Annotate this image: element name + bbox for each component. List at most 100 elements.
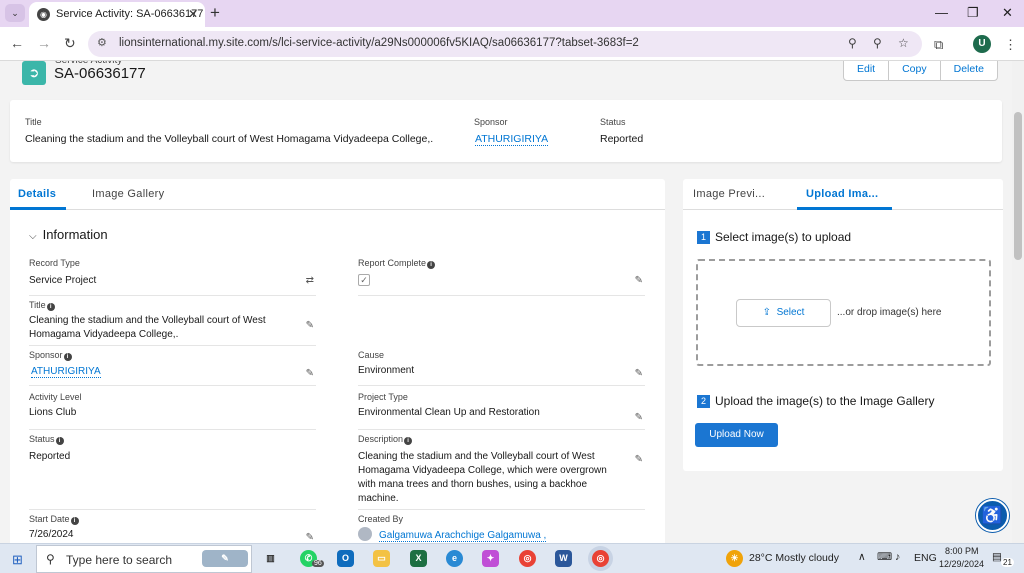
- back-icon[interactable]: ←: [10, 35, 24, 51]
- clock-date[interactable]: 12/29/2024: [939, 559, 984, 569]
- weather-text[interactable]: 28°C Mostly cloudy: [749, 552, 839, 564]
- select-images-button[interactable]: ⇪ Select: [736, 299, 831, 327]
- new-tab-button[interactable]: +: [210, 3, 220, 23]
- tab-image-preview[interactable]: Image Previ...: [693, 188, 765, 200]
- copilot-icon[interactable]: ✦: [482, 550, 499, 567]
- clock-time[interactable]: 8:00 PM: [945, 546, 979, 556]
- step-number: 2: [697, 395, 710, 408]
- edit-pencil-icon[interactable]: ✎: [635, 368, 643, 379]
- chrome-icon[interactable]: ◎: [519, 550, 536, 567]
- edit-pencil-icon[interactable]: ✎: [306, 532, 314, 543]
- upload-icon: ⇪: [762, 307, 772, 318]
- info-icon[interactable]: i: [46, 303, 55, 311]
- excel-icon[interactable]: X: [410, 550, 427, 567]
- record-actions: Edit Copy Delete: [843, 61, 998, 81]
- minimize-icon[interactable]: —: [935, 5, 948, 20]
- menu-icon[interactable]: ⋮: [1004, 37, 1017, 53]
- drop-hint: ...or drop image(s) here: [837, 307, 942, 318]
- edit-pencil-icon[interactable]: ✎: [635, 412, 643, 423]
- service-activity-icon: ➲: [22, 61, 46, 85]
- profile-avatar[interactable]: U: [973, 35, 991, 53]
- close-window-icon[interactable]: ✕: [1002, 5, 1013, 21]
- info-icon[interactable]: i: [404, 437, 413, 445]
- outlook-icon[interactable]: O: [337, 550, 354, 567]
- field-title: Title i Cleaning the stadium and the Voll…: [29, 300, 316, 346]
- info-icon[interactable]: i: [63, 353, 72, 361]
- delete-button[interactable]: Delete: [939, 61, 997, 80]
- details-tabs: Details Image Gallery: [10, 179, 665, 210]
- scroll-thumb[interactable]: [1014, 112, 1022, 260]
- network-icon[interactable]: ⌨: [877, 551, 892, 563]
- file-explorer-icon[interactable]: ▭: [373, 550, 390, 567]
- address-bar[interactable]: ⚙ lionsinternational.my.site.com/s/lci-s…: [88, 31, 922, 57]
- select-label: Select: [776, 307, 805, 318]
- info-icon[interactable]: i: [55, 437, 64, 445]
- extensions-icon[interactable]: ⧉: [934, 37, 943, 53]
- chrome-profile-icon[interactable]: ◎: [592, 550, 609, 567]
- field-label: Start Date: [29, 514, 70, 524]
- location-icon[interactable]: ⚲: [848, 36, 857, 50]
- restore-icon[interactable]: ❐: [967, 5, 979, 21]
- site-info-icon[interactable]: ⚙: [97, 36, 107, 49]
- reload-icon[interactable]: ↻: [64, 35, 76, 52]
- edge-icon[interactable]: e: [446, 550, 463, 567]
- notification-count: 21: [1001, 558, 1014, 567]
- tab-title: Service Activity: SA-06636177: [56, 8, 204, 20]
- edit-pencil-icon[interactable]: ✎: [306, 368, 314, 379]
- url-text[interactable]: lionsinternational.my.site.com/s/lci-ser…: [119, 37, 639, 49]
- page-scrollbar[interactable]: [1012, 61, 1024, 543]
- active-tab-indicator: [10, 207, 66, 210]
- field-value: Service Project: [29, 275, 97, 286]
- edit-pencil-icon[interactable]: ✎: [635, 275, 643, 286]
- tray-overflow-icon[interactable]: ∧: [858, 551, 866, 563]
- field-cause: Cause Environment ✎: [358, 350, 645, 386]
- field-start-date: Start Date i 7/26/2024 ✎: [29, 514, 316, 543]
- upload-now-button[interactable]: Upload Now: [695, 423, 778, 447]
- tab-details[interactable]: Details: [18, 188, 56, 200]
- image-dropzone[interactable]: ⇪ Select ...or drop image(s) here: [696, 259, 991, 366]
- tab-search-icon[interactable]: ⌄: [5, 4, 25, 22]
- highlights-panel: Title Cleaning the stadium and the Volle…: [10, 100, 1002, 162]
- change-record-type-icon[interactable]: ⇄: [306, 275, 314, 286]
- whatsapp-badge: 96: [312, 560, 324, 567]
- volume-icon[interactable]: ♪: [895, 551, 900, 563]
- field-project-type: Project Type Environmental Clean Up and …: [358, 392, 645, 430]
- field-label: Title: [29, 300, 46, 310]
- sponsor-link[interactable]: ATHURIGIRIYA: [31, 366, 101, 378]
- upload-tabs: Image Previ... Upload Ima...: [683, 179, 1003, 210]
- highlight-sponsor-link[interactable]: ATHURIGIRIYA: [475, 133, 549, 146]
- info-icon[interactable]: i: [427, 261, 436, 269]
- browser-toolbar: ← → ↻ ⚙ lionsinternational.my.site.com/s…: [0, 27, 1024, 61]
- close-tab-icon[interactable]: ✕: [188, 7, 198, 21]
- image-upload-card: Image Previ... Upload Ima... 1 Select ima…: [683, 179, 1003, 471]
- field-label: Activity Level: [29, 392, 82, 402]
- field-description: Description i Cleaning the stadium and th…: [358, 434, 645, 510]
- star-icon[interactable]: ☆: [898, 36, 909, 50]
- field-activity-level: Activity Level Lions Club: [29, 392, 316, 430]
- search-highlight-icon[interactable]: ✎: [202, 550, 248, 567]
- information-section-toggle[interactable]: ⌵ Information: [29, 227, 108, 242]
- tab-upload-images[interactable]: Upload Ima...: [806, 188, 878, 200]
- word-icon[interactable]: W: [555, 550, 572, 567]
- info-icon[interactable]: i: [70, 517, 79, 525]
- field-label: Project Type: [358, 392, 408, 402]
- record-name: SA-06636177: [54, 65, 146, 82]
- highlight-sponsor-label: Sponsor: [474, 117, 508, 127]
- edit-button[interactable]: Edit: [844, 61, 888, 80]
- details-card: Details Image Gallery ⌵ Information Recor…: [10, 179, 665, 543]
- forward-icon[interactable]: →: [37, 35, 51, 51]
- pin-icon[interactable]: ⚲: [873, 36, 882, 50]
- task-view-icon[interactable]: ▥: [262, 550, 279, 567]
- browser-tab[interactable]: ◉ Service Activity: SA-06636177 ✕: [29, 2, 205, 27]
- highlight-title-label: Title: [25, 117, 42, 127]
- tab-image-gallery[interactable]: Image Gallery: [92, 188, 164, 200]
- weather-icon[interactable]: ☀: [726, 550, 743, 567]
- language-indicator[interactable]: ENG: [914, 552, 937, 564]
- created-by-link[interactable]: Galgamuwa Arachchige Galgamuwa ,: [379, 530, 547, 542]
- edit-pencil-icon[interactable]: ✎: [635, 454, 643, 465]
- copy-button[interactable]: Copy: [888, 61, 940, 80]
- edit-pencil-icon[interactable]: ✎: [306, 320, 314, 331]
- user-avatar: [358, 527, 372, 541]
- windows-start-icon[interactable]: ⊞: [12, 552, 23, 568]
- accessibility-icon[interactable]: ♿: [976, 499, 1009, 532]
